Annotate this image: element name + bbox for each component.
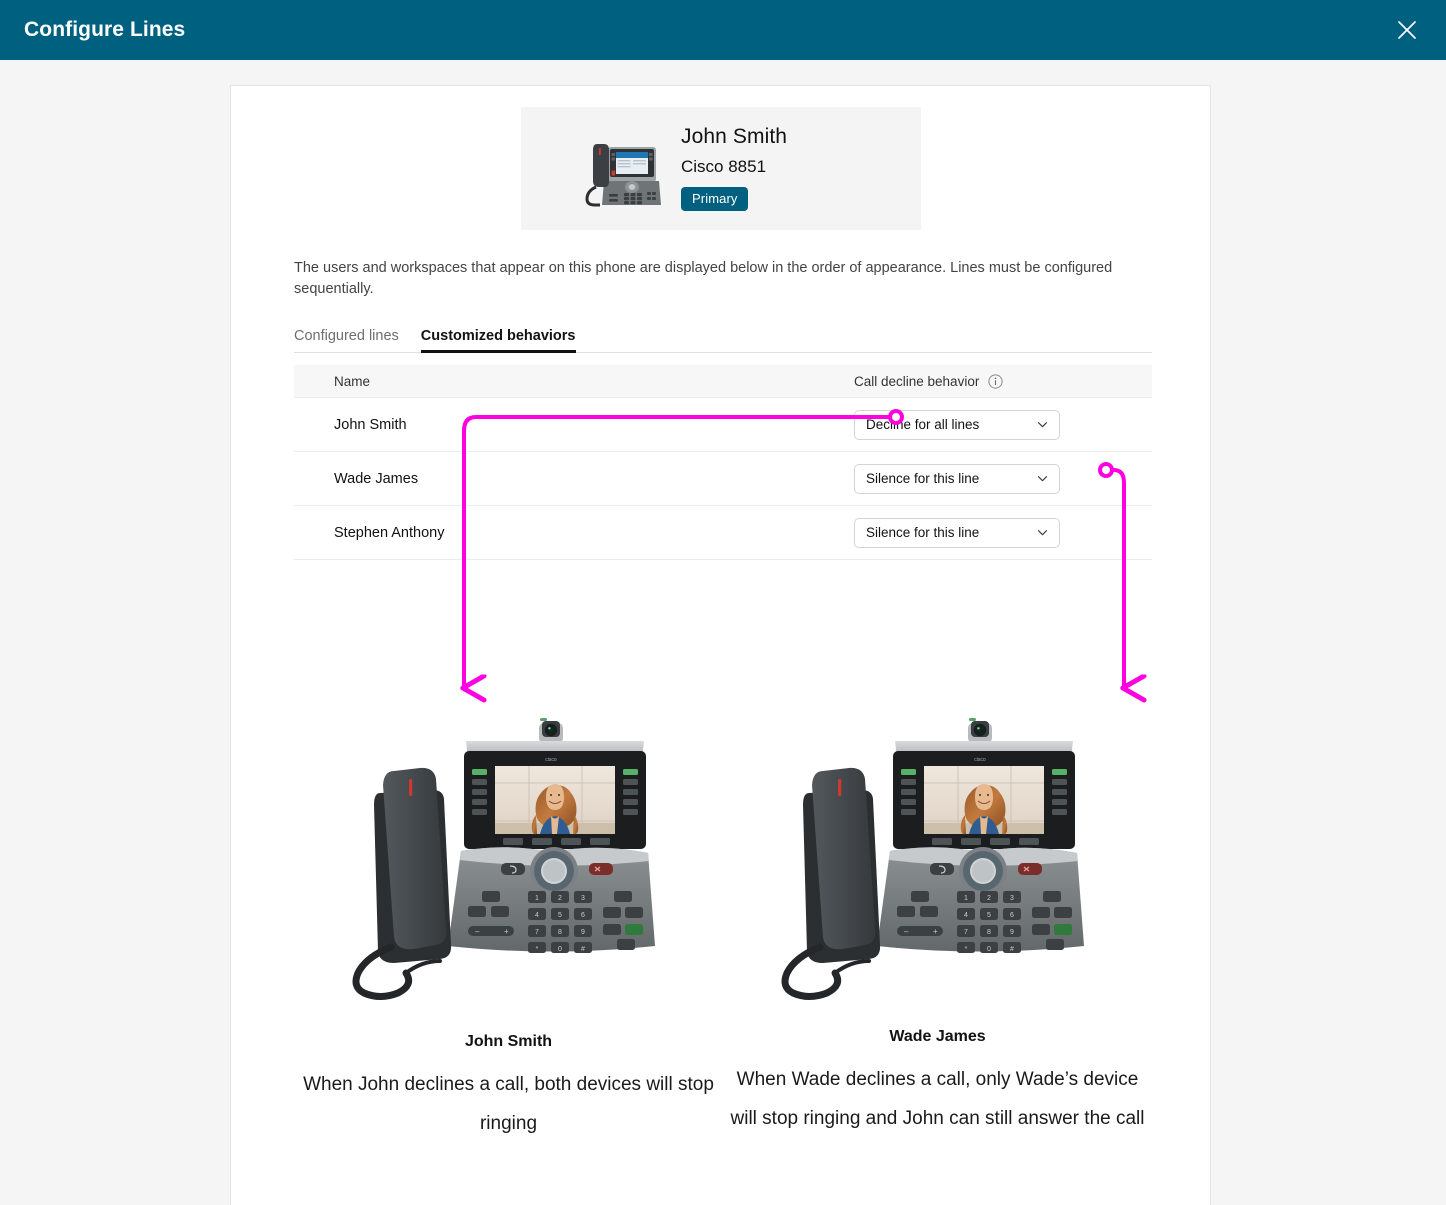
svg-text:9: 9 bbox=[1010, 929, 1014, 936]
example-devices-row: cisco 1 2 3 4 5 6 7 8 9 * 0 # – + John S… bbox=[294, 711, 1152, 1143]
svg-text:#: # bbox=[1010, 946, 1014, 953]
cisco-8851-video-phone-icon: cisco 1 2 3 4 5 6 7 8 9 * 0 # – + bbox=[781, 718, 1084, 1000]
svg-text:+: + bbox=[504, 927, 509, 936]
svg-text:#: # bbox=[581, 946, 585, 953]
call-decline-behavior-select[interactable]: Silence for this line bbox=[854, 517, 1060, 548]
svg-text:+: + bbox=[933, 927, 938, 936]
call-decline-behavior-select[interactable]: Decline for all lines bbox=[854, 409, 1060, 440]
svg-text:0: 0 bbox=[987, 946, 991, 953]
tab-bar: Configured lines Customized behaviors bbox=[294, 321, 1152, 353]
close-x-glyph bbox=[1398, 21, 1416, 39]
row-behavior-cell: Decline for all lines bbox=[854, 409, 1060, 440]
table-row: Wade James Silence for this line bbox=[294, 452, 1152, 506]
tab-customized-behaviors[interactable]: Customized behaviors bbox=[420, 328, 576, 353]
chevron-down-icon bbox=[1037, 422, 1048, 428]
column-header-name: Name bbox=[334, 373, 371, 389]
tab-configured-lines[interactable]: Configured lines bbox=[294, 328, 399, 352]
svg-text:4: 4 bbox=[964, 912, 968, 919]
table-header-row: Name Call decline behavior bbox=[294, 365, 1152, 398]
column-header-label: Call decline behavior bbox=[854, 373, 980, 389]
device-user-name: John Smith bbox=[681, 124, 788, 148]
svg-text:–: – bbox=[904, 927, 909, 936]
svg-text:2: 2 bbox=[987, 895, 991, 902]
call-decline-behavior-select[interactable]: Silence for this line bbox=[854, 463, 1060, 494]
table-row: Stephen Anthony Silence for this line bbox=[294, 506, 1152, 560]
status-badge: Primary bbox=[681, 186, 749, 211]
row-name: Stephen Anthony bbox=[334, 524, 445, 541]
example-caption: When Wade declines a call, only Wade’s d… bbox=[730, 1069, 1145, 1129]
svg-text:5: 5 bbox=[987, 912, 991, 919]
select-value: Silence for this line bbox=[866, 471, 980, 486]
close-icon[interactable] bbox=[1390, 13, 1424, 47]
table-row: John Smith Decline for all lines bbox=[294, 398, 1152, 452]
svg-text:6: 6 bbox=[1010, 912, 1014, 919]
svg-text:8: 8 bbox=[558, 929, 562, 936]
device-info: John Smith Cisco 8851 Primary bbox=[681, 125, 787, 213]
svg-text:7: 7 bbox=[964, 929, 968, 936]
svg-text:cisco: cisco bbox=[545, 757, 557, 763]
svg-text:*: * bbox=[965, 946, 968, 953]
row-behavior-cell: Silence for this line bbox=[854, 463, 1060, 494]
select-value: Decline for all lines bbox=[866, 417, 980, 432]
svg-text:9: 9 bbox=[581, 929, 585, 936]
device-model: Cisco 8851 bbox=[681, 156, 767, 176]
chevron-down-icon bbox=[1037, 530, 1048, 536]
chevron-down-icon bbox=[1037, 476, 1048, 482]
column-header-call-decline-behavior: Call decline behavior bbox=[854, 374, 1003, 389]
svg-text:cisco: cisco bbox=[974, 757, 986, 763]
example-device-wade-james: cisco 1 2 3 4 5 6 7 8 9 * 0 # – + Wade J… bbox=[723, 711, 1152, 1143]
example-owner-name: John Smith bbox=[464, 1033, 553, 1050]
example-device-john-smith: cisco 1 2 3 4 5 6 7 8 9 * 0 # – + John S… bbox=[294, 711, 723, 1143]
svg-text:4: 4 bbox=[535, 912, 539, 919]
content-card: John Smith Cisco 8851 Primary The users … bbox=[230, 85, 1211, 1205]
svg-text:3: 3 bbox=[581, 895, 585, 902]
select-value: Silence for this line bbox=[866, 525, 980, 540]
example-owner-name: Wade James bbox=[889, 1028, 986, 1045]
dialog-header: Configure Lines bbox=[0, 0, 1446, 60]
svg-text:2: 2 bbox=[558, 895, 562, 902]
svg-text:*: * bbox=[536, 946, 539, 953]
svg-text:7: 7 bbox=[535, 929, 539, 936]
svg-text:–: – bbox=[475, 927, 480, 936]
description-text: The users and workspaces that appear on … bbox=[294, 260, 1113, 297]
info-circle-icon[interactable] bbox=[988, 373, 1003, 389]
svg-text:0: 0 bbox=[558, 946, 562, 953]
device-summary-card: John Smith Cisco 8851 Primary bbox=[521, 107, 921, 230]
svg-text:6: 6 bbox=[581, 912, 585, 919]
svg-text:1: 1 bbox=[964, 895, 968, 902]
row-name: Wade James bbox=[334, 470, 419, 487]
example-caption: When John declines a call, both devices … bbox=[303, 1074, 714, 1134]
cisco-desk-phone-thumbnail-icon bbox=[583, 129, 661, 209]
page-background: John Smith Cisco 8851 Primary The users … bbox=[0, 60, 1446, 1205]
page-title: Configure Lines bbox=[24, 18, 186, 41]
row-behavior-cell: Silence for this line bbox=[854, 517, 1060, 548]
svg-text:1: 1 bbox=[535, 895, 539, 902]
behaviors-table: Name Call decline behavior John Smith De… bbox=[294, 365, 1152, 560]
row-name: John Smith bbox=[334, 416, 407, 433]
cisco-8851-video-phone-icon: cisco 1 2 3 4 5 6 7 8 9 * 0 # – + bbox=[352, 718, 655, 1000]
svg-text:3: 3 bbox=[1010, 895, 1014, 902]
svg-text:5: 5 bbox=[558, 912, 562, 919]
svg-text:8: 8 bbox=[987, 929, 991, 936]
